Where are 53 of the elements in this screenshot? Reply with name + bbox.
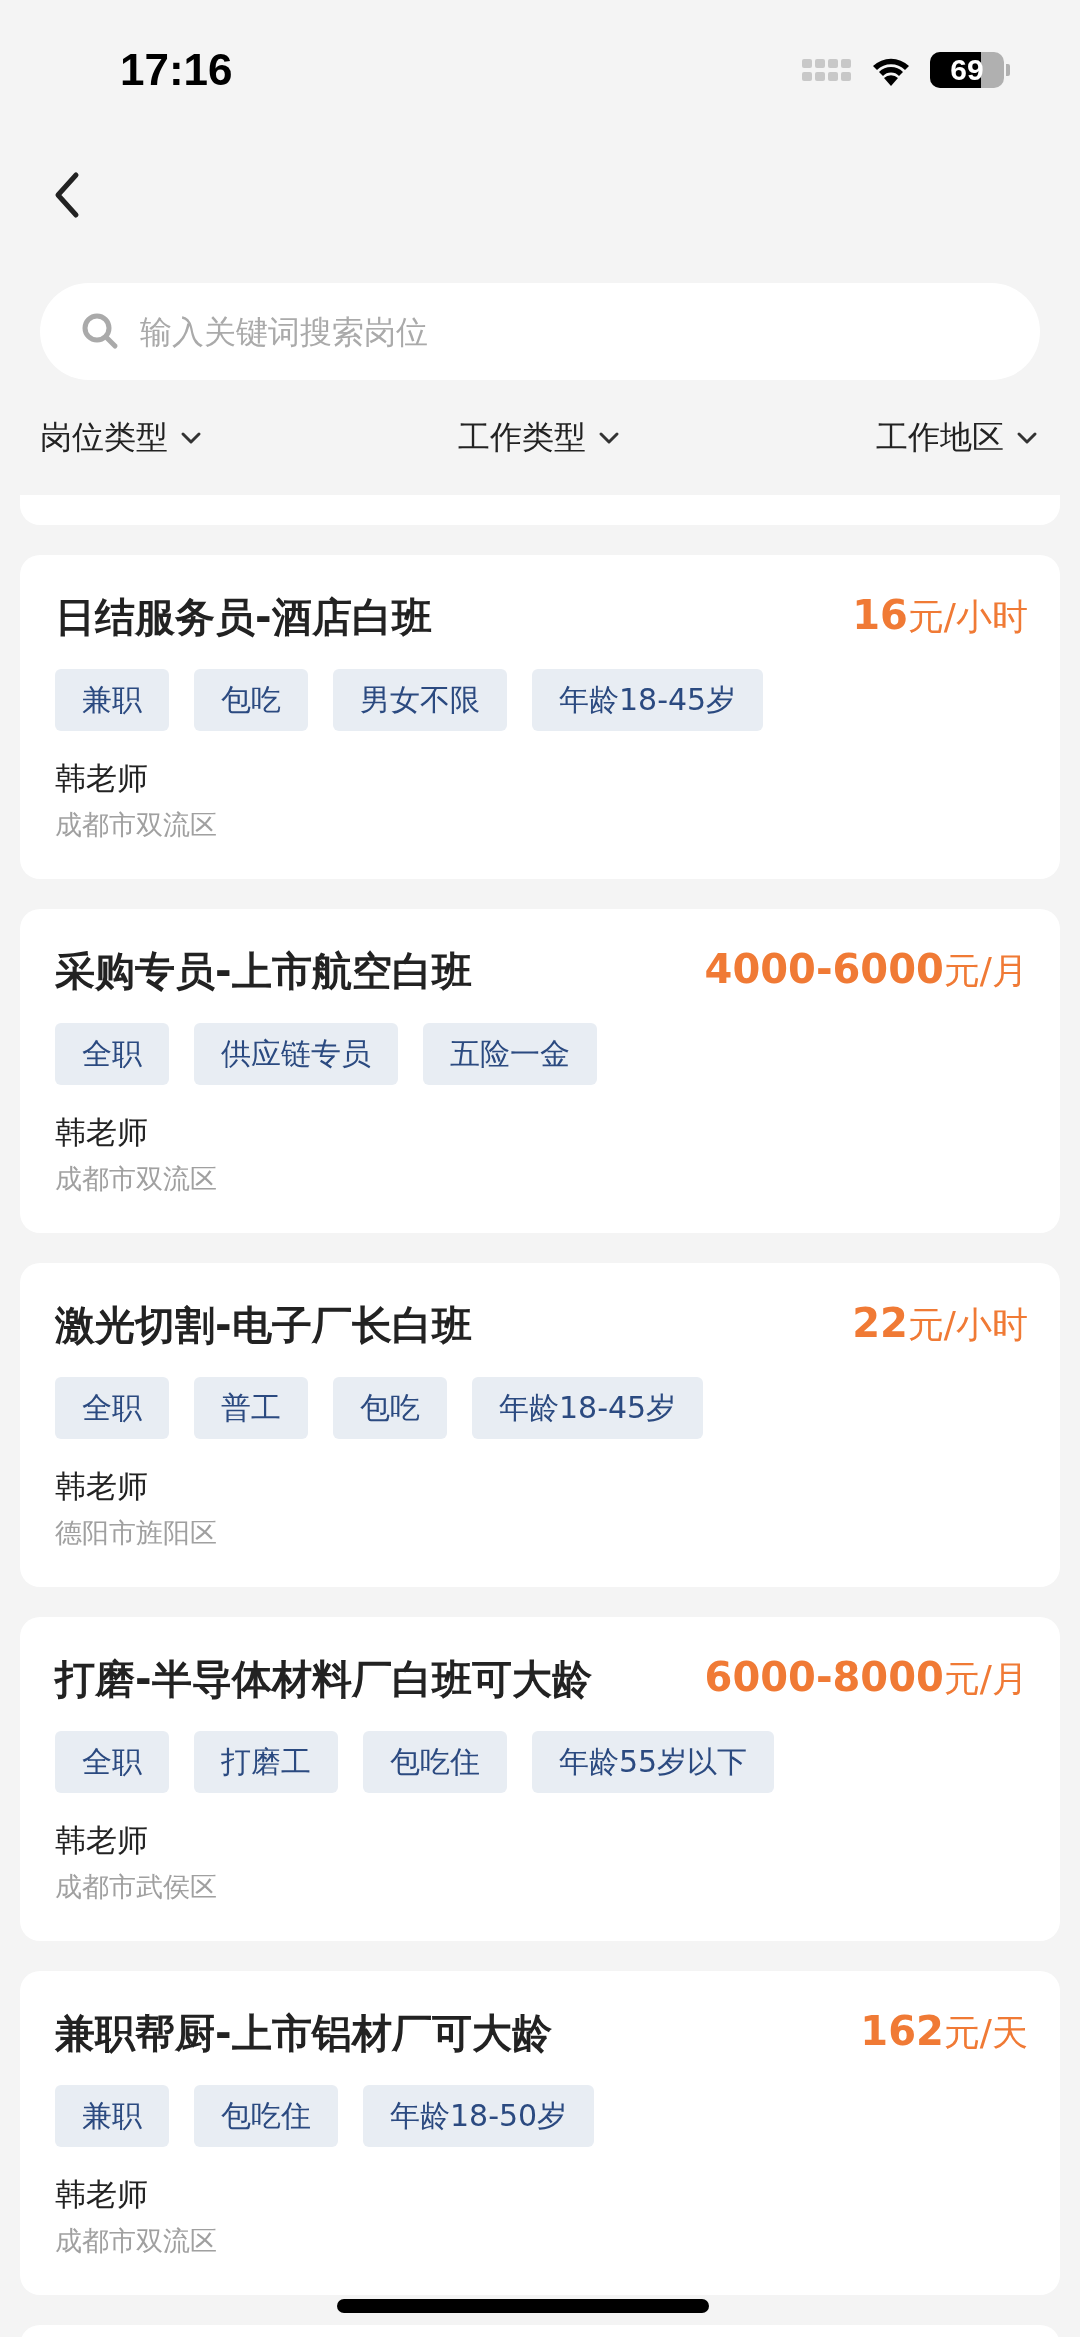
- job-card[interactable]: 日结服务员-酒店白班 16元/小时 兼职 包吃 男女不限 年龄18-45岁 韩老师 成都市双流区: [20, 555, 1060, 879]
- filter-dropdown[interactable]: 工作地区: [876, 415, 1038, 460]
- job-card[interactable]: 兼职帮厨-上市铝材厂可大龄 162元/天 兼职 包吃住 年龄18-50岁 韩老师 成都市双流区: [20, 1971, 1060, 2295]
- job-title: 激光切割-电子厂长白班: [55, 1300, 472, 1350]
- job-location: 成都市双流区: [55, 2224, 218, 2258]
- salary: 162元/天: [860, 2008, 1028, 2056]
- contact-name: 韩老师: [55, 1113, 149, 1152]
- job-tag: 普工: [194, 1377, 308, 1439]
- job-card[interactable]: 激光切割-电子厂长白班 22元/小时 全职 普工 包吃 年龄18-45岁 韩老师 德阳市旌阳区: [20, 1263, 1060, 1587]
- job-card[interactable]: 采购专员-上市航空白班 4000-6000元/月 全职 供应链专员 五险一金 韩老师 成都市双流区: [20, 909, 1060, 1233]
- job-title: 采购专员-上市航空白班: [55, 946, 472, 996]
- salary: 16元/小时: [852, 592, 1028, 640]
- job-tag: 全职: [55, 1377, 169, 1439]
- job-tag: 供应链专员: [194, 1023, 398, 1085]
- job-tag: 包吃: [194, 669, 308, 731]
- filter-dropdown[interactable]: 岗位类型: [40, 415, 202, 460]
- job-location: 成都市双流区: [55, 1162, 218, 1196]
- job-location: 德阳市旌阳区: [55, 1516, 218, 1550]
- contact-name: 韩老师: [55, 1821, 149, 1860]
- job-location: 成都市武侯区: [55, 1870, 218, 1904]
- job-title: 打磨-半导体材料厂白班可大龄: [55, 1654, 592, 1704]
- chevron-down-icon: [1016, 430, 1038, 445]
- contact-name: 韩老师: [55, 1467, 149, 1506]
- job-tag: 全职: [55, 1023, 169, 1085]
- contact-name: 韩老师: [55, 759, 149, 798]
- status-time: 17:16: [120, 45, 234, 95]
- signal-icon: [802, 59, 852, 81]
- job-tag: 包吃住: [194, 2085, 338, 2147]
- salary: 4000-6000元/月: [704, 946, 1028, 994]
- job-tag: 兼职: [55, 669, 169, 731]
- job-tag: 包吃住: [363, 1731, 507, 1793]
- job-tag: 兼职: [55, 2085, 169, 2147]
- job-tag: 年龄18-45岁: [532, 669, 764, 731]
- chevron-down-icon: [180, 430, 202, 445]
- contact-name: 韩老师: [55, 2175, 149, 2214]
- search-field[interactable]: 输入关键词搜索岗位: [40, 283, 1040, 380]
- job-tag: 年龄18-50岁: [363, 2085, 595, 2147]
- job-tag: 男女不限: [333, 669, 507, 731]
- search-icon: [80, 311, 120, 351]
- job-tag: 全职: [55, 1731, 169, 1793]
- job-tag: 包吃: [333, 1377, 447, 1439]
- salary: 6000-8000元/月: [704, 1654, 1028, 1702]
- job-title: 日结服务员-酒店白班: [55, 592, 432, 642]
- filter-dropdown[interactable]: 工作类型: [458, 415, 620, 460]
- salary: 22元/小时: [852, 1300, 1028, 1348]
- job-title: 兼职帮厨-上市铝材厂可大龄: [55, 2008, 552, 2058]
- job-tag: 年龄18-45岁: [472, 1377, 704, 1439]
- job-location: 成都市双流区: [55, 808, 218, 842]
- job-tag: 五险一金: [423, 1023, 597, 1085]
- job-tag: 年龄55岁以下: [532, 1731, 775, 1793]
- chevron-down-icon: [598, 430, 620, 445]
- job-tag: 打磨工: [194, 1731, 338, 1793]
- job-card[interactable]: 打磨-半导体材料厂白班可大龄 6000-8000元/月 全职 打磨工 包吃住 年龄55岁以下 韩老师 成都市武侯区: [20, 1617, 1060, 1941]
